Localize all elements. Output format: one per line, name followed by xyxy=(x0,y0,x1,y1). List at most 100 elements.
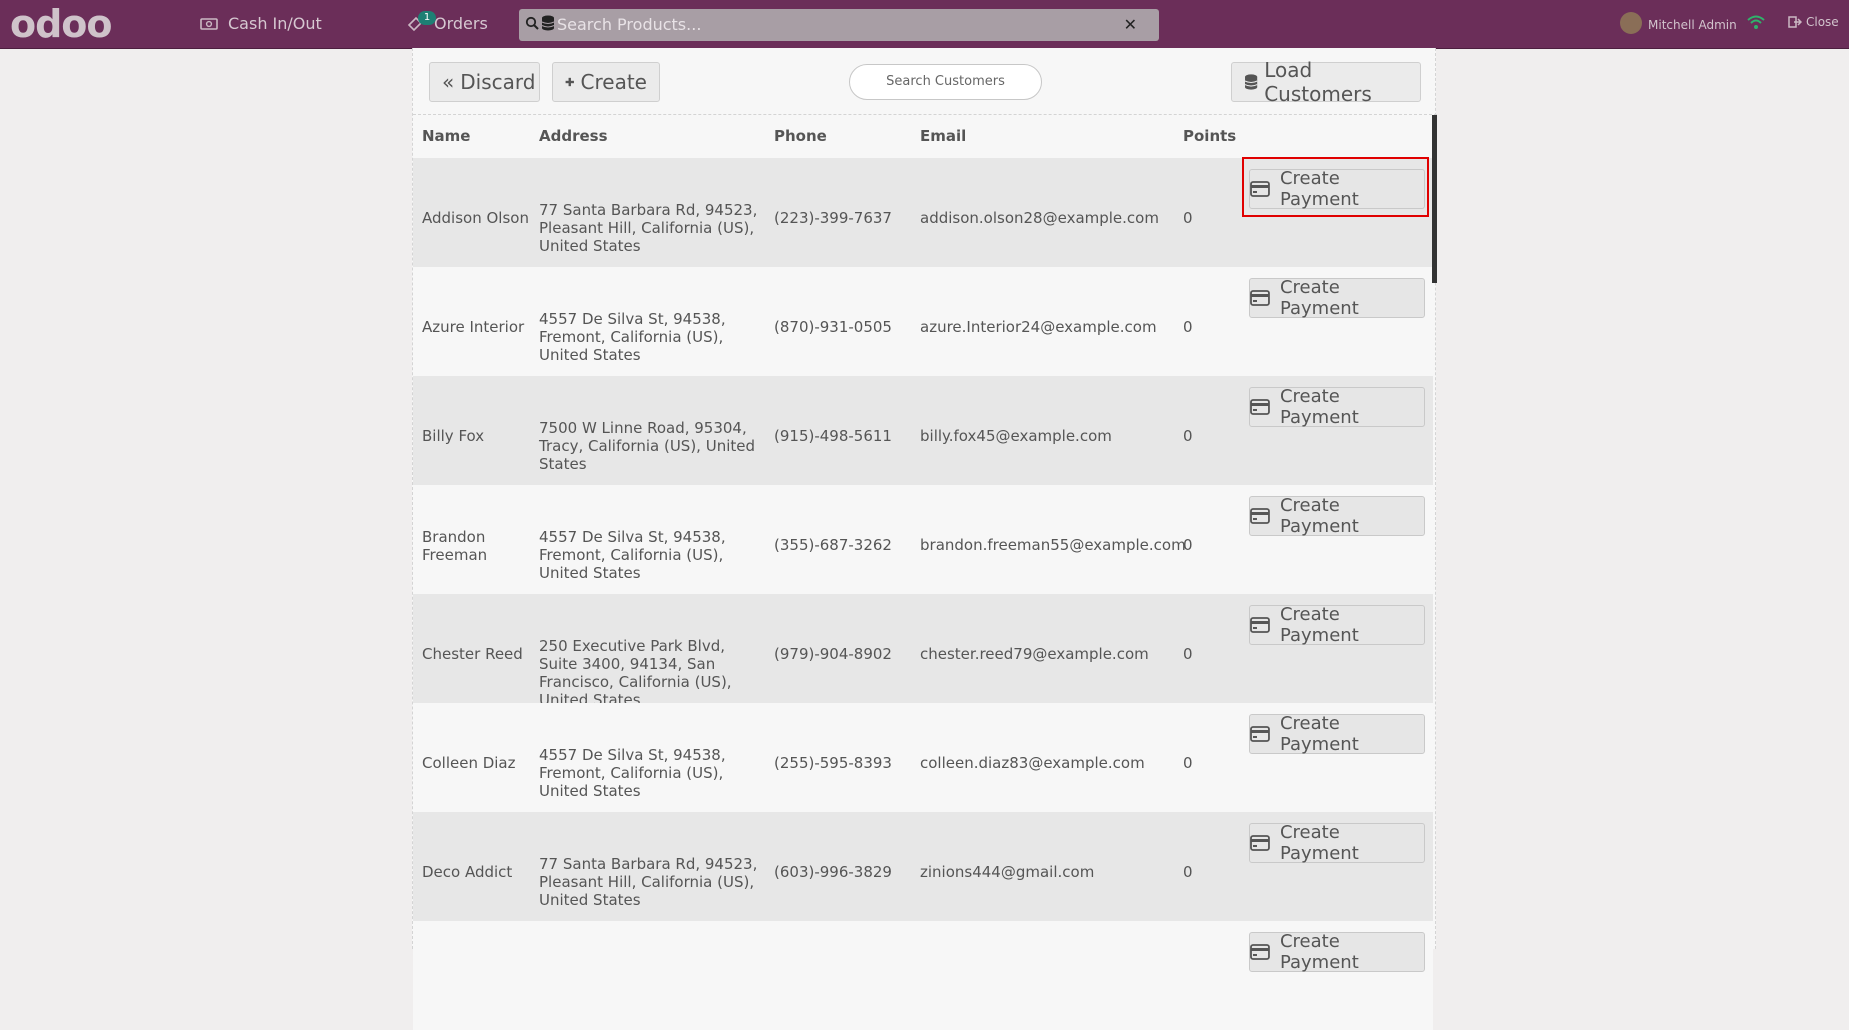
create-payment-label: Create Payment xyxy=(1279,168,1359,210)
column-header-address: Address xyxy=(539,127,608,145)
wifi-icon xyxy=(1747,15,1765,29)
create-payment-label: Create Payment xyxy=(1279,822,1359,864)
customer-points: 0 xyxy=(1183,536,1193,554)
create-payment-label: Create Payment xyxy=(1279,386,1359,428)
scrollbar-thumb[interactable] xyxy=(1432,115,1437,283)
customer-points: 0 xyxy=(1183,754,1193,772)
top-bar: odoo Cash In/Out Orders 1 Search Product… xyxy=(0,0,1849,49)
customer-name: Deco Addict xyxy=(422,863,513,881)
customer-email: azure.Interior24@example.com xyxy=(920,318,1157,336)
customer-email: billy.fox45@example.com xyxy=(920,427,1112,445)
table-row[interactable]: Deco Addict 77 Santa Barbara Rd, 94523, P… xyxy=(413,812,1433,921)
table-row[interactable]: Addison Olson 77 Santa Barbara Rd, 94523,… xyxy=(413,158,1433,267)
create-payment-label: Create Payment xyxy=(1279,931,1359,973)
column-header-name: Name xyxy=(422,127,471,145)
customer-toolbar: « Discard Create Search Customers Load C… xyxy=(413,48,1437,115)
customer-address: 77 Santa Barbara Rd, 94523, Pleasant Hil… xyxy=(539,855,758,909)
column-header-email: Email xyxy=(920,127,967,145)
column-header-points: Points xyxy=(1183,127,1237,145)
customer-phone: (355)-687-3262 xyxy=(774,536,892,554)
search-products-placeholder: Search Products... xyxy=(557,15,702,34)
close-button[interactable]: Close xyxy=(1788,15,1839,29)
user-menu[interactable]: Mitchell Admin xyxy=(1620,12,1737,36)
table-row[interactable]: Create Payment xyxy=(413,921,1433,1030)
customer-name: Billy Fox xyxy=(422,427,485,445)
database-icon xyxy=(541,15,555,31)
avatar xyxy=(1620,12,1642,34)
credit-card-icon xyxy=(1250,835,1270,851)
double-chevron-left-icon: « xyxy=(442,70,455,94)
load-customers-label: Load Customers xyxy=(1264,58,1372,106)
customer-points: 0 xyxy=(1183,645,1193,663)
load-customers-button[interactable]: Load Customers xyxy=(1231,58,1421,106)
table-row[interactable]: Brandon Freeman 4557 De Silva St, 94538, … xyxy=(413,485,1433,594)
credit-card-icon xyxy=(1250,617,1270,633)
customer-address: 4557 De Silva St, 94538, Fremont, Califo… xyxy=(539,310,726,364)
search-products-input[interactable]: Search Products... ✕ xyxy=(519,9,1159,41)
credit-card-icon xyxy=(1250,181,1270,197)
create-payment-button[interactable]: Create Payment xyxy=(1249,386,1425,428)
customer-phone: (979)-904-8902 xyxy=(774,645,892,663)
customer-points: 0 xyxy=(1183,209,1193,227)
create-payment-label: Create Payment xyxy=(1279,495,1359,537)
discard-button[interactable]: « Discard xyxy=(429,62,540,102)
table-row[interactable]: Billy Fox 7500 W Linne Road, 95304, Tracy… xyxy=(413,376,1433,485)
credit-card-icon xyxy=(1250,399,1270,415)
customer-table: Name Address Phone Email Points Addison … xyxy=(413,114,1433,1030)
customer-email: addison.olson28@example.com xyxy=(920,209,1159,227)
create-label: Create xyxy=(580,70,647,94)
odoo-logo: odoo xyxy=(10,2,113,46)
customer-name: Brandon Freeman xyxy=(422,528,488,564)
create-payment-button[interactable]: Create Payment xyxy=(1249,277,1425,319)
table-row[interactable]: Azure Interior 4557 De Silva St, 94538, F… xyxy=(413,267,1433,376)
customer-email: chester.reed79@example.com xyxy=(920,645,1149,663)
customer-phone: (870)-931-0505 xyxy=(774,318,892,336)
customer-address: 7500 W Linne Road, 95304, Tracy, Califor… xyxy=(539,419,755,473)
customer-phone: (603)-996-3829 xyxy=(774,863,892,881)
discard-label: Discard xyxy=(460,70,536,94)
customer-name: Chester Reed xyxy=(422,645,523,663)
create-payment-button[interactable]: Create Payment xyxy=(1249,495,1425,537)
cash-in-out-label: Cash In/Out xyxy=(228,14,322,33)
create-payment-button[interactable]: Create Payment xyxy=(1249,822,1425,864)
create-payment-button[interactable]: Create Payment xyxy=(1249,713,1425,755)
database-icon xyxy=(1244,74,1258,90)
table-row[interactable]: Chester Reed 250 Executive Park Blvd, Sui… xyxy=(413,594,1433,709)
search-customers-input[interactable]: Search Customers xyxy=(849,64,1042,100)
column-header-phone: Phone xyxy=(774,127,827,145)
credit-card-icon xyxy=(1250,508,1270,524)
credit-card-icon xyxy=(1250,726,1270,742)
customer-name: Azure Interior xyxy=(422,318,525,336)
cash-in-out-button[interactable]: Cash In/Out xyxy=(200,14,322,33)
create-payment-label: Create Payment xyxy=(1279,277,1359,319)
orders-label: Orders xyxy=(434,14,488,33)
customer-points: 0 xyxy=(1183,863,1193,881)
create-payment-label: Create Payment xyxy=(1279,604,1359,646)
customer-name: Addison Olson xyxy=(422,209,529,227)
create-payment-button[interactable]: Create Payment xyxy=(1249,931,1425,973)
create-payment-button[interactable]: Create Payment xyxy=(1249,168,1425,210)
customer-email: brandon.freeman55@example.com xyxy=(920,536,1186,554)
close-label: Close xyxy=(1806,15,1839,29)
create-button[interactable]: Create xyxy=(552,62,660,102)
clear-search-icon[interactable]: ✕ xyxy=(1124,15,1137,34)
cash-icon xyxy=(200,17,218,30)
customer-list-panel: « Discard Create Search Customers Load C… xyxy=(412,48,1437,1030)
sign-out-icon xyxy=(1788,16,1802,28)
orders-count-badge: 1 xyxy=(418,11,436,25)
customer-email: colleen.diaz83@example.com xyxy=(920,754,1145,772)
table-row[interactable]: Colleen Diaz 4557 De Silva St, 94538, Fre… xyxy=(413,703,1433,812)
customer-name: Colleen Diaz xyxy=(422,754,516,772)
credit-card-icon xyxy=(1250,290,1270,306)
customer-points: 0 xyxy=(1183,318,1193,336)
customer-phone: (223)-399-7637 xyxy=(774,209,892,227)
customer-email: zinions444@gmail.com xyxy=(920,863,1095,881)
plus-icon xyxy=(565,77,574,87)
create-payment-button[interactable]: Create Payment xyxy=(1249,604,1425,646)
customer-address: 250 Executive Park Blvd, Suite 3400, 941… xyxy=(539,637,732,709)
search-icon xyxy=(525,16,539,30)
customer-phone: (255)-595-8393 xyxy=(774,754,892,772)
customer-points: 0 xyxy=(1183,427,1193,445)
customer-address: 4557 De Silva St, 94538, Fremont, Califo… xyxy=(539,528,726,582)
table-header: Name Address Phone Email Points xyxy=(413,114,1433,158)
